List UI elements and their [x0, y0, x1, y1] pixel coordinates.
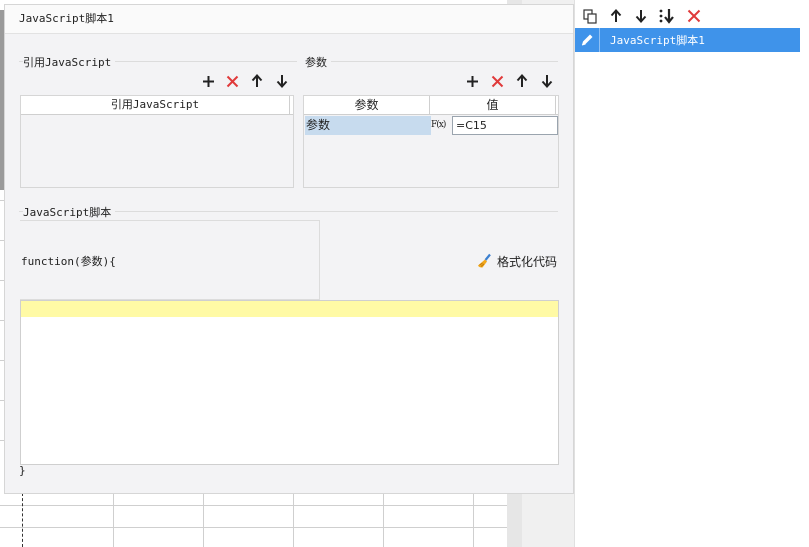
formula-button[interactable]: F(x)	[431, 116, 451, 135]
page-break-line	[22, 493, 23, 547]
move-down-param-button[interactable]	[538, 72, 556, 90]
list-item-label: JavaScript脚本1	[610, 34, 705, 47]
panel-toolbar	[575, 0, 809, 28]
dialog-title: JavaScript脚本1	[5, 5, 573, 34]
move-up-icon	[516, 74, 528, 87]
move-down-script-button[interactable]	[632, 7, 650, 25]
move-down-icon	[635, 10, 647, 23]
edit-icon	[575, 28, 600, 52]
move-up-reference-button[interactable]	[248, 72, 266, 90]
move-down-icon	[276, 75, 288, 88]
move-to-bottom-button[interactable]	[658, 7, 676, 25]
param-name-cell[interactable]: 参数	[305, 116, 431, 135]
copy-icon	[582, 8, 597, 24]
column-header-value: 值	[430, 96, 556, 114]
copy-button[interactable]	[581, 7, 599, 25]
code-editor[interactable]	[20, 300, 559, 465]
move-down-icon	[541, 75, 553, 88]
param-value-field[interactable]: =C15	[452, 116, 558, 135]
grid-line	[293, 493, 294, 547]
list-item-script[interactable]: JavaScript脚本1	[575, 28, 800, 52]
script-group-label: JavaScript脚本	[23, 204, 116, 220]
move-up-icon	[610, 9, 622, 22]
delete-icon	[491, 75, 503, 87]
function-close-text: }	[19, 464, 26, 477]
references-group-label: 引用JavaScript	[23, 54, 116, 70]
format-code-button[interactable]: 格式化代码	[477, 252, 557, 270]
add-icon	[466, 75, 478, 87]
move-up-param-button[interactable]	[513, 72, 531, 90]
table-row: 参数 F(x) =C15	[304, 116, 558, 135]
move-down-reference-button[interactable]	[273, 72, 291, 90]
column-header-reference: 引用JavaScript	[21, 96, 290, 114]
add-param-button[interactable]	[463, 72, 481, 90]
grid-line	[203, 493, 204, 547]
delete-reference-button[interactable]	[223, 72, 241, 90]
table-header: 引用JavaScript	[21, 96, 293, 115]
javascript-dialog: JavaScript脚本1 引用JavaScript 引用JavaScript …	[4, 4, 574, 494]
move-up-script-button[interactable]	[607, 7, 625, 25]
format-code-label: 格式化代码	[497, 254, 558, 269]
add-icon	[202, 75, 214, 87]
delete-icon	[687, 9, 701, 23]
column-header-param: 参数	[304, 96, 430, 114]
grid-line	[473, 493, 474, 547]
script-list-panel: JavaScript脚本1	[574, 0, 809, 547]
group-divider	[305, 61, 558, 62]
move-to-bottom-icon	[659, 9, 674, 24]
params-group-label: 参数	[305, 54, 331, 70]
function-open-text: function(参数){	[21, 255, 116, 268]
formula-icon: F(x)	[431, 120, 446, 130]
delete-script-button[interactable]	[685, 7, 703, 25]
delete-icon	[226, 75, 238, 87]
table-header: 参数 值	[304, 96, 558, 115]
grid-line	[383, 493, 384, 547]
params-table[interactable]: 参数 值 参数 F(x) =C15	[303, 95, 559, 188]
current-line-highlight	[21, 301, 558, 317]
delete-param-button[interactable]	[488, 72, 506, 90]
references-table[interactable]: 引用JavaScript	[20, 95, 294, 188]
grid-line	[0, 505, 507, 506]
broom-icon	[478, 253, 491, 268]
move-up-icon	[251, 74, 263, 87]
grid-line	[113, 493, 114, 547]
add-reference-button[interactable]	[199, 72, 217, 90]
grid-line	[0, 527, 507, 528]
